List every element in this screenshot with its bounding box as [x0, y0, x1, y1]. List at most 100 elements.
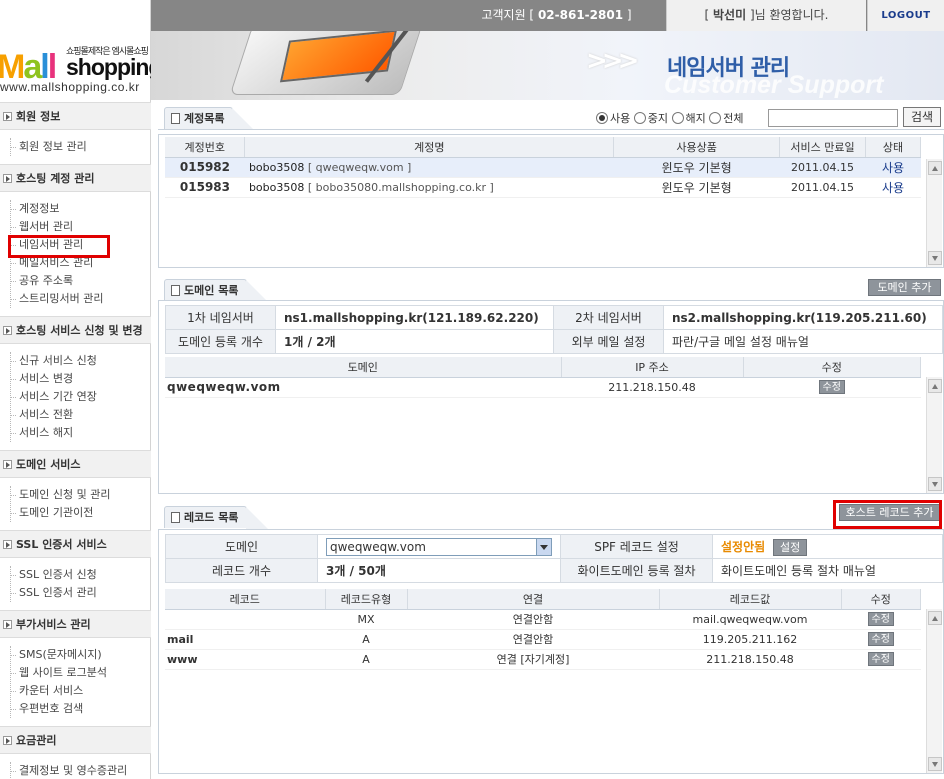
page-title: 네임서버 관리 — [667, 56, 790, 81]
page-banner: >>> Customer Support 네임서버 관리 — [151, 31, 944, 100]
sidebar-item-account-info[interactable]: 계정정보 — [11, 200, 150, 218]
sidebar-item-ssl-apply[interactable]: SSL 인증서 신청 — [11, 566, 150, 584]
sidebar-section-billing[interactable]: 요금관리 — [0, 726, 151, 754]
sidebar-item-service-cancel[interactable]: 서비스 해지 — [11, 424, 150, 442]
record-table: 레코드 레코드유형 연결 레코드값 수정 MX 연결안함 mail.qweqwe… — [165, 589, 921, 670]
scroll-up-icon[interactable] — [928, 161, 942, 175]
document-icon — [171, 285, 180, 296]
record-count: 3개 / 50개 — [317, 558, 561, 583]
sidebar-item-receipt[interactable]: 결제정보 및 영수증관리 — [11, 762, 150, 779]
sidebar-section-hosting-account[interactable]: 호스팅 계정 관리 — [0, 164, 151, 192]
sidebar-item-counter[interactable]: 카운터 서비스 — [11, 682, 150, 700]
status-filter: 사용 중지 해지 전체 — [596, 110, 744, 126]
sidebar-item-streaming[interactable]: 스트리밍서버 관리 — [11, 290, 150, 308]
sidebar-item-new-service[interactable]: 신규 서비스 신청 — [11, 352, 150, 370]
sidebar-service-items: 신규 서비스 신청 서비스 변경 서비스 기간 연장 서비스 전환 서비스 해지 — [10, 352, 150, 442]
sidebar-item-domain-manage[interactable]: 도메인 신청 및 관리 — [11, 486, 150, 504]
account-scrollbar[interactable] — [926, 159, 942, 267]
status-badge: 사용 — [865, 157, 921, 178]
add-record-highlight — [833, 500, 942, 529]
sidebar-item-sms[interactable]: SMS(문자메시지) — [11, 646, 150, 664]
sidebar-section-ssl[interactable]: SSL 인증서 서비스 — [0, 530, 151, 558]
sidebar-item-ssl-manage[interactable]: SSL 인증서 관리 — [11, 584, 150, 602]
sidebar-section-hosting-service[interactable]: 호스팅 서비스 신청 및 변경 — [0, 316, 151, 344]
tab-record-list: 레코드 목록 — [164, 506, 269, 529]
table-row[interactable]: MX 연결안함 mail.qweqweqw.vom 수정 — [165, 609, 921, 630]
sidebar-item-member-info[interactable]: 회원 정보 관리 — [11, 138, 150, 156]
sidebar-item-log-analysis[interactable]: 웹 사이트 로그분석 — [11, 664, 150, 682]
bullet-icon — [3, 112, 12, 121]
domain-scrollbar[interactable] — [926, 377, 942, 493]
table-row[interactable]: qweqweqw.vom 211.218.150.48 수정 — [165, 377, 921, 398]
document-icon — [171, 113, 180, 124]
logo-url: www.mallshopping.co.kr — [0, 80, 140, 94]
sidebar-billing-items: 결제정보 및 영수증관리 — [10, 762, 150, 779]
arrows-icon: >>> — [586, 46, 639, 76]
filter-suspended[interactable]: 중지 — [633, 112, 668, 125]
radio-icon — [671, 112, 684, 124]
mail-manual-link[interactable]: 파란/구글 메일 설정 매뉴얼 — [663, 329, 943, 354]
scroll-down-icon[interactable] — [928, 757, 942, 771]
sidebar-item-zipcode[interactable]: 우편번호 검색 — [11, 700, 150, 718]
nameserver-info: 1차 네임서버 ns1.mallshopping.kr(121.189.62.2… — [165, 305, 943, 354]
scroll-down-icon[interactable] — [928, 477, 942, 491]
radio-icon — [633, 112, 646, 124]
filter-active[interactable]: 사용 — [596, 112, 630, 125]
table-row[interactable]: 015983 bobo3508 [ bobo35080.mallshopping… — [165, 177, 921, 198]
domain-select[interactable]: qweqweqw.vom — [326, 537, 552, 556]
table-row[interactable]: www A 연결 [자기계정] 211.218.150.48 수정 — [165, 649, 921, 670]
radio-icon — [596, 112, 608, 124]
sidebar-section-domain[interactable]: 도메인 서비스 — [0, 450, 151, 478]
filter-cancelled[interactable]: 해지 — [671, 112, 706, 125]
bullet-icon — [3, 540, 12, 549]
bullet-icon — [3, 620, 12, 629]
sidebar-item-service-change[interactable]: 서비스 변경 — [11, 370, 150, 388]
nameserver-highlight — [8, 235, 110, 258]
logout-button[interactable]: LOGOUT — [867, 0, 944, 31]
sidebar-section-addon[interactable]: 부가서비스 관리 — [0, 610, 151, 638]
scroll-up-icon[interactable] — [928, 611, 942, 625]
table-row[interactable]: mail A 연결안함 119.205.211.162 수정 — [165, 629, 921, 650]
whitedomain-manual-link[interactable]: 화이트도메인 등록 절차 매뉴얼 — [712, 558, 943, 583]
status-badge: 사용 — [865, 177, 921, 198]
filter-all[interactable]: 전체 — [709, 112, 744, 125]
edit-button[interactable]: 수정 — [867, 652, 894, 666]
search-button[interactable]: 검색 — [903, 107, 941, 127]
chevron-down-icon[interactable] — [536, 538, 551, 555]
sidebar-item-address-book[interactable]: 공유 주소록 — [11, 272, 150, 290]
top-bar: 고객지원 [ 02-861-2801 ] [ 박선미 ]님 환영합니다. LOG… — [151, 0, 944, 31]
customer-support: 고객지원 [ 02-861-2801 ] — [481, 8, 632, 22]
sidebar-item-service-convert[interactable]: 서비스 전환 — [11, 406, 150, 424]
bullet-icon — [3, 460, 12, 469]
spf-setup-button[interactable]: 설정 — [773, 538, 808, 556]
tab-account-list: 계정목록 — [164, 107, 256, 130]
table-header: 도메인 IP 주소 수정 — [165, 357, 921, 378]
sidebar-item-service-extend[interactable]: 서비스 기간 연장 — [11, 388, 150, 406]
edit-button[interactable]: 수정 — [867, 612, 894, 626]
sidebar-item-webserver[interactable]: 웹서버 관리 — [11, 218, 150, 236]
document-icon — [171, 512, 180, 523]
scroll-down-icon[interactable] — [928, 251, 942, 265]
sidebar-section-member[interactable]: 회원 정보 — [0, 102, 151, 130]
welcome-message: [ 박선미 ]님 환영합니다. — [666, 0, 866, 31]
table-row[interactable]: 015982 bobo3508 [ qweqweqw.vom ] 윈도우 기본형… — [165, 157, 921, 178]
record-scrollbar[interactable] — [926, 609, 942, 773]
sidebar-ssl-items: SSL 인증서 신청 SSL 인증서 관리 — [10, 566, 150, 602]
scroll-up-icon[interactable] — [928, 379, 942, 393]
divider — [158, 129, 944, 130]
record-info: 도메인 qweqweqw.vom SPF 레코드 설정 설정안됨 설정 레코드 … — [165, 534, 943, 583]
edit-button[interactable]: 수정 — [818, 380, 845, 394]
sidebar-member-items: 회원 정보 관리 — [10, 138, 150, 156]
account-table: 계정번호 계정명 사용상품 서비스 만료일 상태 015982 bobo3508… — [165, 137, 921, 198]
sidebar-item-domain-transfer[interactable]: 도메인 기관이전 — [11, 504, 150, 522]
sidebar: 쇼핑몰제작은 엠시몰쇼핑 Mall shopping www.mallshopp… — [0, 0, 162, 779]
edit-button[interactable]: 수정 — [867, 632, 894, 646]
table-header: 계정번호 계정명 사용상품 서비스 만료일 상태 — [165, 137, 921, 158]
search-input[interactable] — [768, 109, 898, 127]
bullet-icon — [3, 174, 12, 183]
add-domain-button[interactable]: 도메인 추가 — [868, 279, 941, 296]
bullet-icon — [3, 326, 12, 335]
sidebar-domain-items: 도메인 신청 및 관리 도메인 기관이전 — [10, 486, 150, 522]
site-logo[interactable]: 쇼핑몰제작은 엠시몰쇼핑 Mall shopping www.mallshopp… — [0, 38, 162, 98]
tab-domain-list: 도메인 목록 — [164, 279, 269, 302]
